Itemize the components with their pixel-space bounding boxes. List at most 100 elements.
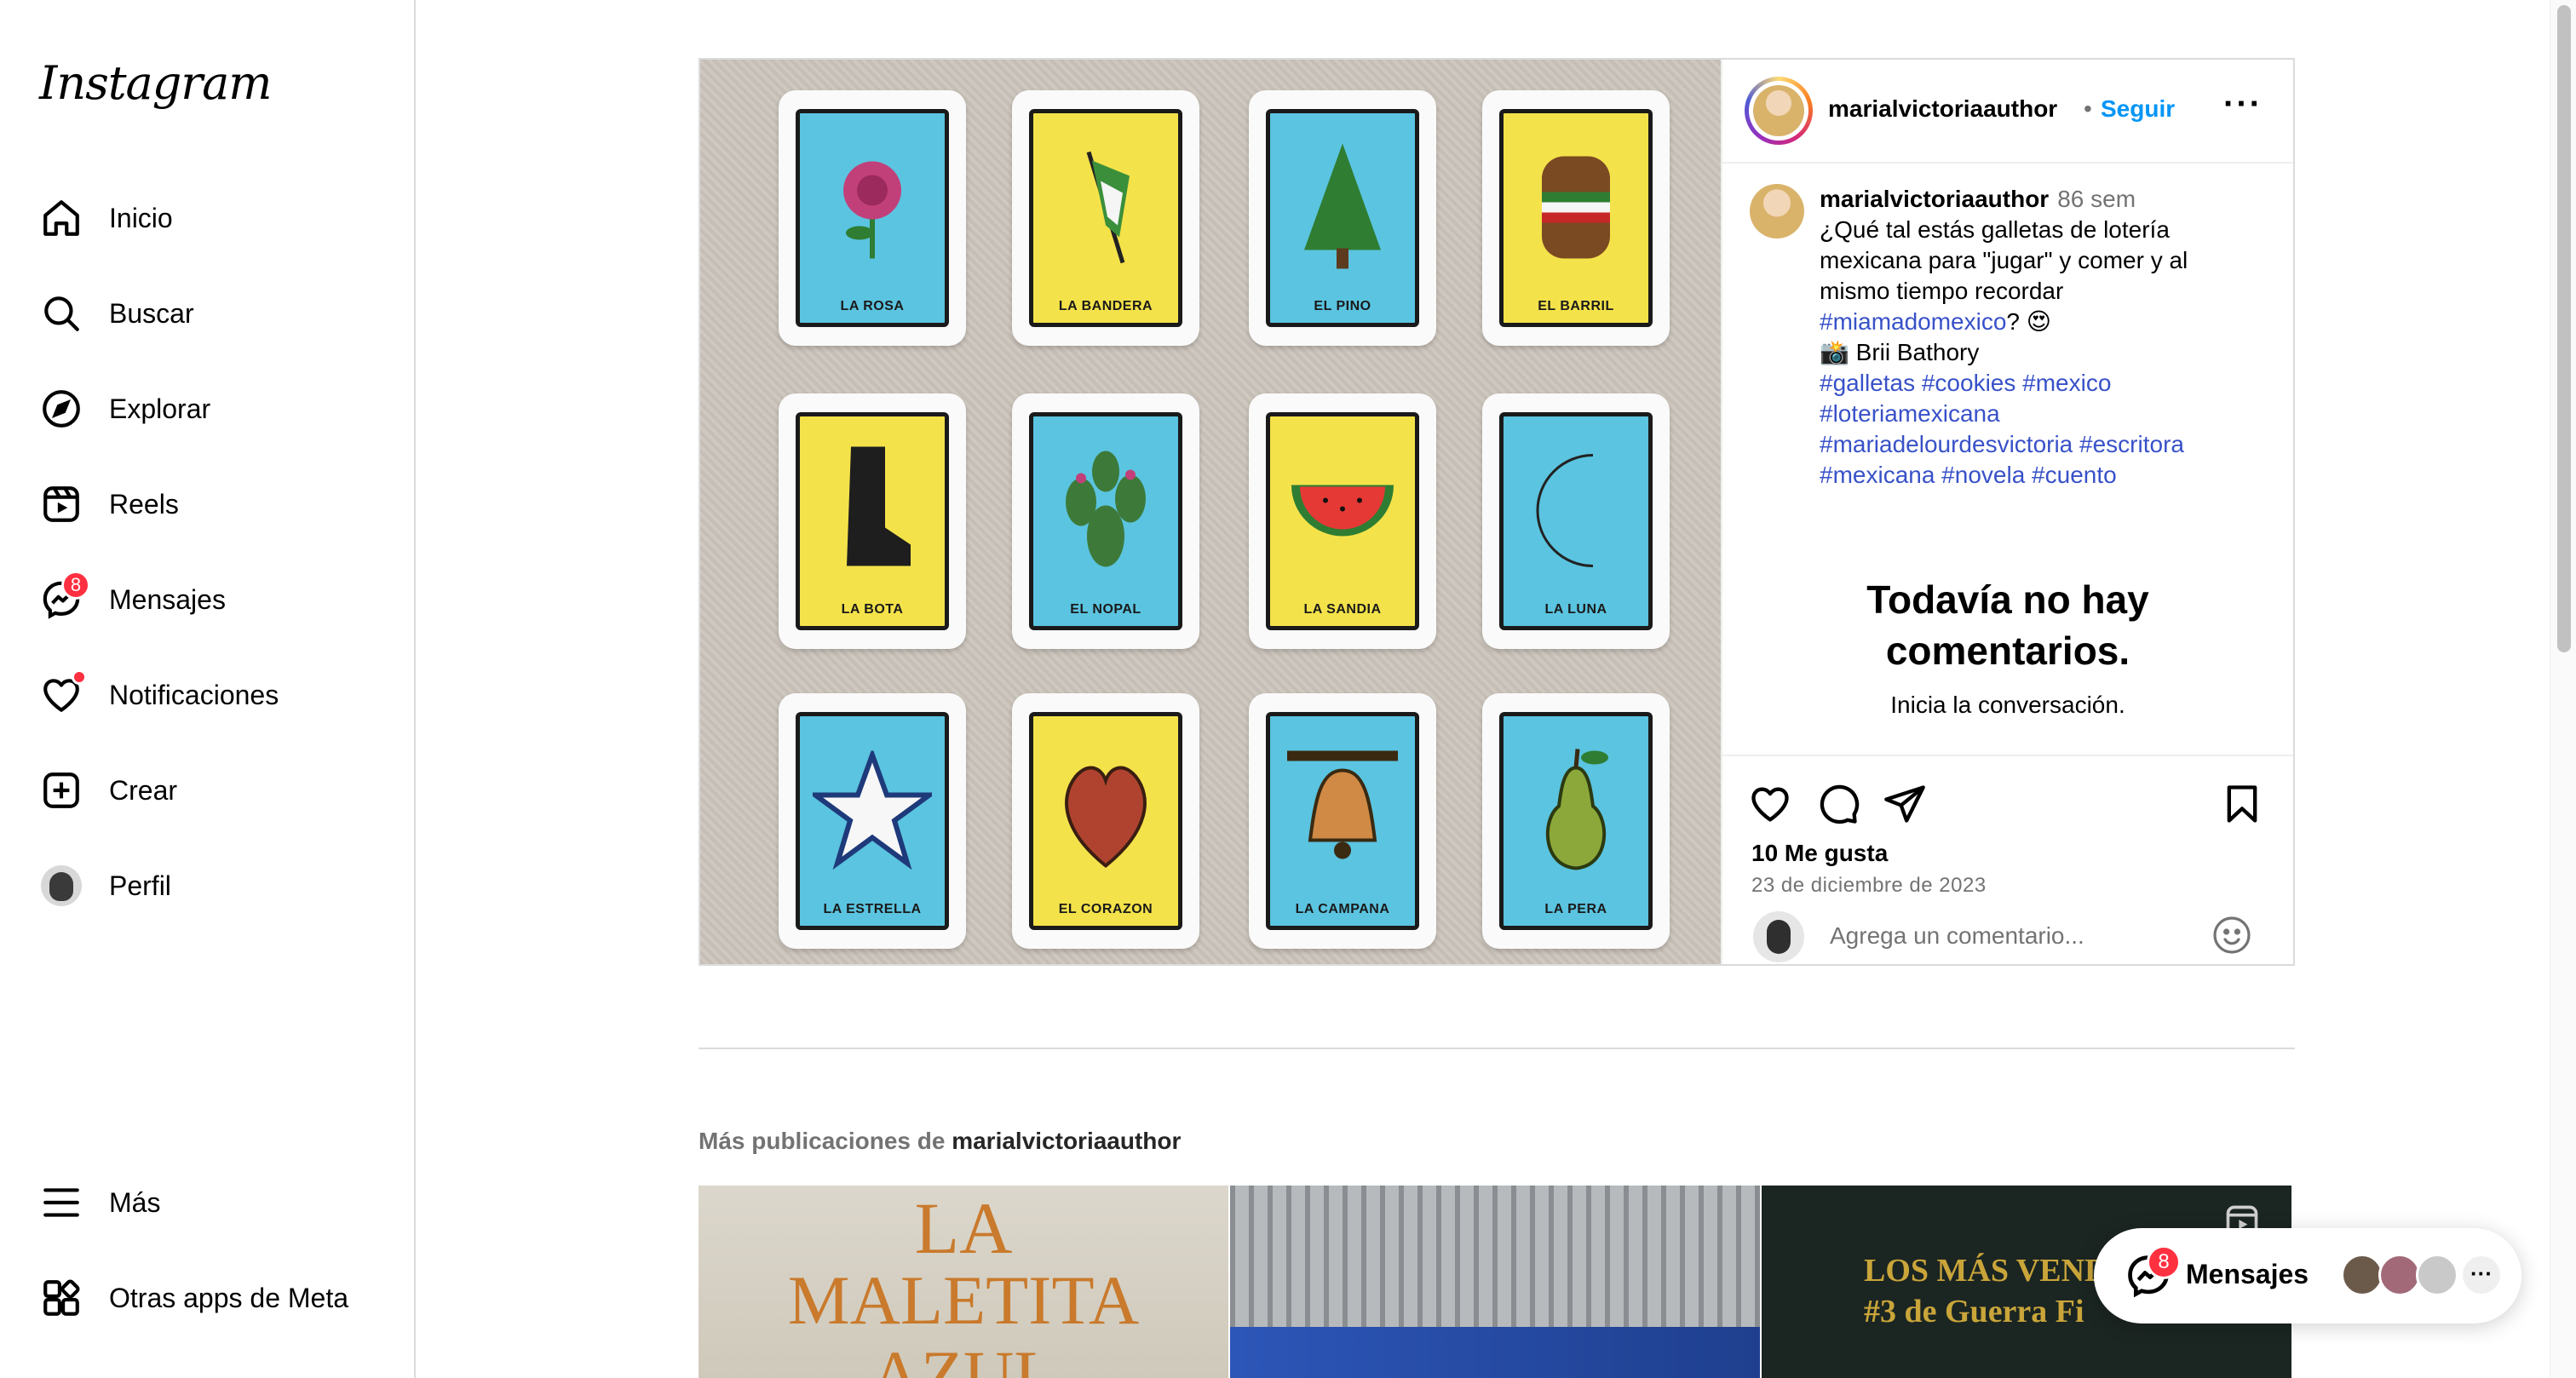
cookie-card-face: LA ROSA: [796, 109, 949, 327]
hashtag-line[interactable]: #loteriamexicana: [1820, 399, 2263, 429]
cookie-illustration: [1055, 747, 1157, 879]
sidebar-item-mensajes[interactable]: 8 Mensajes: [39, 571, 226, 627]
post-sidebar: marialvictoriaauthor • Seguir ··· marial…: [1721, 60, 2293, 964]
share-icon[interactable]: [1883, 782, 1927, 826]
more-posts-author[interactable]: marialvictoriaauthor: [952, 1128, 1181, 1154]
sidebar-item-mas[interactable]: Más: [39, 1175, 160, 1230]
sidebar-item-crear[interactable]: Crear: [39, 763, 177, 818]
cookie-card-face: EL NOPAL: [1029, 412, 1182, 630]
hashtag-line[interactable]: #mariadelourdesvictoria #escritora: [1820, 429, 2263, 460]
sidebar-item-label: Más: [109, 1186, 161, 1218]
comment-input[interactable]: [1828, 918, 2206, 954]
sidebar-item-reels[interactable]: Reels: [39, 477, 179, 531]
emoji-icon[interactable]: [2211, 915, 2252, 956]
avatar: [2378, 1254, 2421, 1296]
post-time[interactable]: 86 sem: [2057, 186, 2136, 212]
author-username[interactable]: marialvictoriaauthor: [1828, 95, 2057, 123]
bookmark-icon[interactable]: [2220, 782, 2264, 826]
cookie-card-face: LA BOTA: [796, 412, 949, 630]
cookie-illustration: [1525, 743, 1627, 883]
cookie-illustration: [1063, 144, 1148, 276]
sidebar-item-explorar[interactable]: Explorar: [39, 382, 210, 436]
cookie-label: LA SANDIA: [1303, 602, 1382, 617]
cookie-card: LA SANDIA: [1249, 393, 1436, 649]
cookie-label: LA LUNA: [1544, 602, 1607, 617]
caption-username[interactable]: marialvictoriaauthor: [1820, 186, 2049, 212]
no-comments-title: Todavía no hay comentarios.: [1866, 577, 2149, 673]
cookie-card-face: EL PINO: [1266, 109, 1419, 327]
sidebar-item-label: Reels: [109, 488, 179, 520]
scrollbar[interactable]: [2550, 0, 2576, 1378]
thumb-text: #3 de Guerra Fi: [1864, 1294, 2084, 1329]
cookie-label: LA BANDERA: [1058, 299, 1153, 313]
caption-line: mexicana para "jugar" y comer y al: [1820, 247, 2188, 273]
cookie-illustration: [1283, 747, 1402, 879]
cookie-label: EL CORAZON: [1058, 902, 1153, 916]
messenger-icon: 8: [39, 571, 90, 622]
thumb-text: LA: [914, 1187, 1013, 1269]
more-posts-prefix: Más publicaciones de: [699, 1128, 946, 1154]
menu-icon: [39, 1180, 83, 1225]
likes-count[interactable]: 10 Me gusta: [1751, 840, 1888, 867]
cookie-card-face: LA BANDERA: [1029, 109, 1182, 327]
sidebar-item-label: Buscar: [109, 297, 194, 329]
post-image[interactable]: LA ROSA LA BANDERA EL PINO EL BARRIL LA BOTA…: [700, 60, 1721, 964]
hashtag-line[interactable]: #galletas #cookies #mexico: [1820, 368, 2263, 399]
reels-icon: [39, 482, 83, 526]
plus-square-icon: [39, 768, 83, 812]
author-avatar[interactable]: [1745, 77, 1813, 145]
more-post-thumb[interactable]: LA MALETITA AZUL: [699, 1186, 1228, 1378]
caption-line: ¿Qué tal estás galletas de lotería: [1820, 216, 2170, 243]
hashtag-link[interactable]: #miamadomexico: [1820, 308, 2006, 335]
more-post-thumb[interactable]: [1230, 1186, 1760, 1378]
hashtag-line[interactable]: #mexicana #novela #cuento: [1820, 460, 2263, 491]
follow-button[interactable]: Seguir: [2101, 95, 2175, 123]
cookie-label: LA BOTA: [841, 602, 904, 617]
post-actions: 10 Me gusta 23 de diciembre de 2023: [1722, 755, 2293, 964]
profile-avatar-wrap: [39, 864, 83, 908]
search-icon: [39, 291, 83, 336]
cookie-illustration: [807, 747, 938, 875]
sidebar-item-label: Crear: [109, 774, 178, 806]
caption-line: mismo tiempo recordar: [1820, 278, 2064, 304]
messages-badge: 8: [2147, 1245, 2181, 1279]
instagram-logo[interactable]: Instagram: [39, 56, 272, 110]
scrollbar-thumb[interactable]: [2557, 5, 2571, 652]
cookie-card-face: LA LUNA: [1499, 412, 1653, 630]
caption-avatar[interactable]: [1750, 184, 1804, 238]
comment-icon[interactable]: [1816, 782, 1860, 826]
sidebar-item-otras-apps[interactable]: Otras apps de Meta: [39, 1271, 348, 1325]
avatar: [2341, 1254, 2383, 1296]
notification-dot: [72, 669, 87, 685]
cookie-label: LA PERA: [1544, 902, 1607, 916]
cookie-card: EL CORAZON: [1012, 693, 1199, 949]
post-card: LA ROSA LA BANDERA EL PINO EL BARRIL LA BOTA…: [699, 58, 2295, 966]
sidebar-item-perfil[interactable]: Perfil: [39, 858, 171, 913]
cookie-card: LA BOTA: [779, 393, 966, 649]
cookie-label: EL NOPAL: [1070, 602, 1141, 617]
post-header: marialvictoriaauthor • Seguir ···: [1722, 60, 2293, 164]
heart-icon: [39, 669, 87, 717]
caption-suffix: ? 😍: [2006, 308, 2051, 335]
cookie-label: EL BARRIL: [1538, 299, 1614, 313]
separator-dot: •: [2084, 95, 2092, 122]
sidebar-item-label: Explorar: [109, 393, 211, 424]
sidebar-item-label: Notificaciones: [109, 679, 279, 710]
sidebar: Instagram Inicio Buscar Explorar Reels 8…: [0, 0, 416, 1378]
cookie-label: LA ESTRELLA: [823, 902, 922, 916]
home-icon: [39, 196, 83, 240]
cookie-illustration: [1529, 148, 1623, 272]
cookie-card-face: LA CAMPANA: [1266, 712, 1419, 930]
photo-credit: 📸 Brii Bathory: [1820, 339, 1980, 365]
post-date[interactable]: 23 de diciembre de 2023: [1751, 874, 1987, 898]
sidebar-item-label: Mensajes: [109, 583, 226, 615]
messages-pill[interactable]: 8 Mensajes ···: [2094, 1228, 2521, 1323]
cookie-card: EL BARRIL: [1482, 90, 1670, 346]
sidebar-item-buscar[interactable]: Buscar: [39, 286, 194, 341]
sidebar-item-notificaciones[interactable]: Notificaciones: [39, 668, 279, 722]
sidebar-item-inicio[interactable]: Inicio: [39, 191, 173, 245]
more-options-icon[interactable]: ···: [2223, 85, 2263, 123]
like-icon[interactable]: [1748, 782, 1792, 826]
sidebar-item-label: Inicio: [109, 202, 173, 233]
cookie-illustration: [825, 443, 919, 583]
